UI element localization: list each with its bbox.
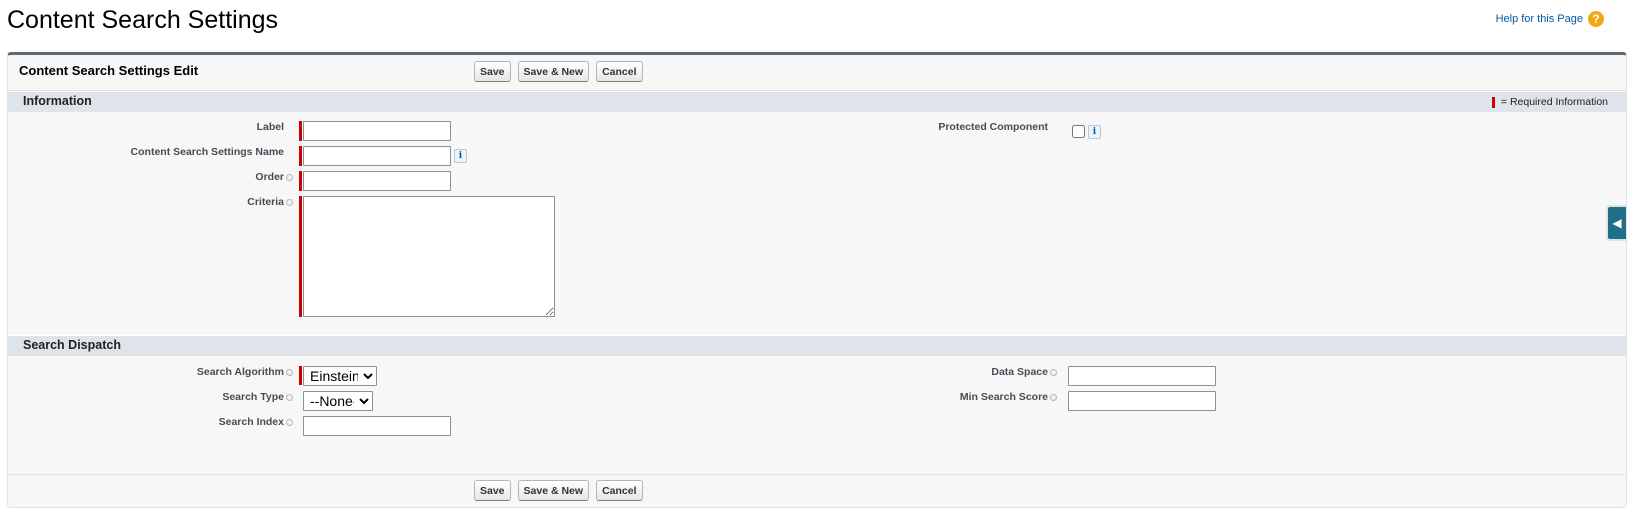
data-space-label: Data Space: [991, 366, 1057, 378]
information-section-header: Information = Required Information: [8, 91, 1626, 112]
data-space-input[interactable]: [1068, 366, 1216, 386]
page-block-header: Content Search Settings Edit Save Save &…: [8, 55, 1626, 91]
required-marker: [299, 366, 302, 385]
label-field-label: Label: [256, 121, 284, 133]
help-link[interactable]: Help for this Page: [1496, 13, 1583, 25]
top-button-group: Save Save & New Cancel: [474, 61, 643, 82]
search-algorithm-select[interactable]: Einstein: [303, 366, 377, 386]
name-field-label: Content Search Settings Name: [130, 146, 284, 158]
order-field-label: Order: [255, 171, 293, 183]
help-dot-icon[interactable]: [286, 368, 293, 376]
save-button[interactable]: Save: [474, 480, 511, 501]
help-dot-icon[interactable]: [1050, 368, 1057, 376]
required-marker: [299, 196, 302, 317]
save-and-new-button[interactable]: Save & New: [517, 480, 590, 501]
info-icon[interactable]: i: [1088, 125, 1101, 139]
search-dispatch-section-title: Search Dispatch: [23, 338, 121, 352]
save-button[interactable]: Save: [474, 61, 511, 82]
content-search-settings-name-input[interactable]: [303, 146, 451, 166]
info-icon[interactable]: i: [454, 149, 467, 163]
help-dot-icon[interactable]: [286, 198, 293, 206]
search-index-input[interactable]: [303, 416, 451, 436]
required-marker: [299, 171, 302, 191]
required-marker: [299, 146, 302, 166]
caret-left-icon[interactable]: ◀: [1606, 205, 1626, 241]
search-type-label: Search Type: [222, 391, 293, 403]
search-algorithm-label: Search Algorithm: [197, 366, 293, 378]
required-info-text: = Required Information: [1500, 96, 1608, 108]
search-type-select[interactable]: --None--: [303, 391, 373, 411]
save-and-new-button[interactable]: Save & New: [517, 61, 590, 82]
help-dot-icon[interactable]: [286, 418, 293, 426]
cancel-button[interactable]: Cancel: [596, 61, 643, 82]
cancel-button[interactable]: Cancel: [596, 480, 643, 501]
required-marker: [299, 121, 302, 141]
protected-component-checkbox[interactable]: [1072, 125, 1085, 138]
required-marker-icon: [1491, 96, 1495, 108]
search-dispatch-section-header: Search Dispatch: [8, 335, 1626, 356]
label-input[interactable]: [303, 121, 451, 141]
help-dot-icon[interactable]: [286, 393, 293, 401]
bottom-button-group: Save Save & New Cancel: [474, 480, 643, 501]
information-section-title: Information: [23, 94, 92, 108]
help-for-page[interactable]: Help for this Page ?: [1496, 11, 1604, 27]
order-input[interactable]: [303, 171, 451, 191]
page-title: Content Search Settings: [7, 6, 278, 34]
protected-component-label: Protected Component: [938, 121, 1048, 133]
help-dot-icon[interactable]: [1050, 393, 1057, 401]
required-info-legend: = Required Information: [1491, 96, 1608, 108]
page-block-footer: Save Save & New Cancel: [8, 474, 1626, 507]
min-search-score-input[interactable]: [1068, 391, 1216, 411]
min-search-score-label: Min Search Score: [960, 391, 1057, 403]
search-index-label: Search Index: [219, 416, 293, 428]
help-dot-icon[interactable]: [286, 173, 293, 181]
form-title: Content Search Settings Edit: [19, 63, 199, 78]
edit-page-block: Content Search Settings Edit Save Save &…: [7, 52, 1627, 508]
criteria-textarea[interactable]: [303, 196, 555, 317]
question-circle-icon[interactable]: ?: [1588, 11, 1604, 27]
criteria-field-label: Criteria: [247, 196, 293, 208]
